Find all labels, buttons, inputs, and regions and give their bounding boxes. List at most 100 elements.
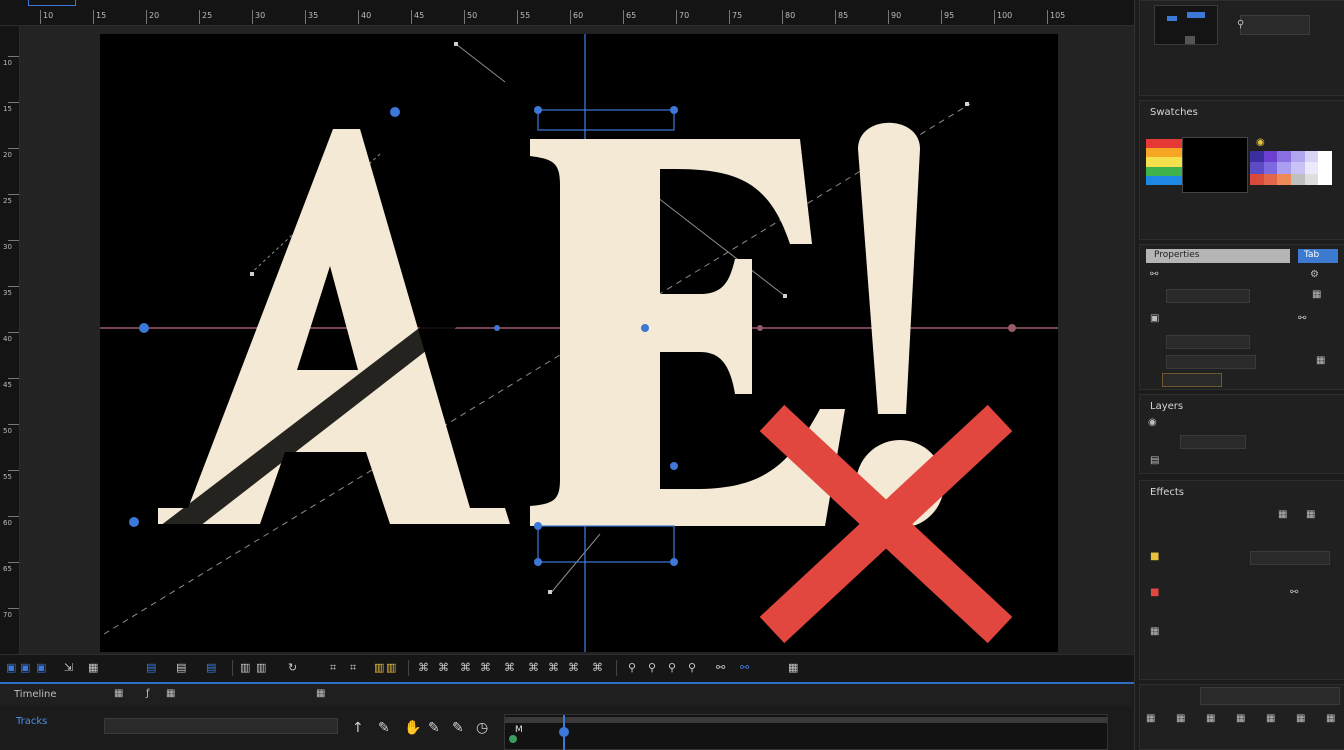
pin-icon[interactable]: ⚲ xyxy=(668,661,676,674)
color-swatch[interactable] xyxy=(1277,173,1291,185)
anchor-point[interactable] xyxy=(534,522,542,530)
effect-color-icon[interactable]: ■ xyxy=(1150,587,1159,598)
crop-icon[interactable]: ⌗ xyxy=(350,661,356,675)
path-icon[interactable]: ⌘ xyxy=(504,661,515,674)
zoom-field[interactable]: ⚲ xyxy=(1237,15,1310,35)
effect-color-icon[interactable]: ■ xyxy=(1150,551,1159,562)
navigator-thumbnail[interactable] xyxy=(1154,5,1218,45)
left-ruler[interactable]: 10 15 20 25 30 35 40 45 50 55 60 65 70 xyxy=(0,26,20,654)
cursor-icon[interactable]: ⇲ xyxy=(64,661,73,674)
handle-point[interactable] xyxy=(548,590,552,594)
top-ruler[interactable]: 10 15 20 25 30 35 40 45 50 55 60 65 70 75 80 85 90 95 100 1… xyxy=(0,0,1134,26)
path-icon[interactable]: ⌘ xyxy=(460,661,471,674)
grid-icon[interactable]: ▦ xyxy=(1266,713,1275,724)
anchor-point[interactable] xyxy=(139,323,149,333)
color-swatch[interactable] xyxy=(1277,162,1291,174)
search-field[interactable] xyxy=(1200,687,1340,705)
color-swatch[interactable] xyxy=(1146,148,1182,158)
anchor-point[interactable] xyxy=(757,325,763,331)
keyframe-marker[interactable] xyxy=(509,735,517,743)
anchor-point[interactable] xyxy=(534,106,542,114)
pen-icon[interactable]: ✎ xyxy=(378,720,390,736)
layout-icon[interactable]: ▤ xyxy=(176,661,186,674)
path-icon[interactable]: ⌘ xyxy=(568,661,579,674)
pen-icon[interactable]: ✎ xyxy=(428,720,440,736)
color-swatch[interactable] xyxy=(1304,162,1319,174)
hand-icon[interactable]: ✋ xyxy=(404,720,421,736)
anchor-point[interactable] xyxy=(534,558,542,566)
timeline-ruler[interactable] xyxy=(505,717,1107,723)
handle-point[interactable] xyxy=(965,102,969,106)
view-mode-icon[interactable]: ▣ xyxy=(36,661,46,674)
color-swatch[interactable] xyxy=(1318,151,1332,163)
color-swatch[interactable] xyxy=(1146,166,1182,176)
glyph-e-shape[interactable] xyxy=(530,139,845,526)
pen-icon[interactable]: ✎ xyxy=(452,720,464,736)
timer-icon[interactable]: ◷ xyxy=(476,720,488,736)
anchor-point[interactable] xyxy=(670,558,678,566)
layout-icon[interactable]: ▤ xyxy=(206,661,216,674)
pin-icon[interactable]: ⚲ xyxy=(688,661,696,674)
color-swatch[interactable] xyxy=(1250,151,1264,163)
color-swatch[interactable] xyxy=(1318,173,1332,185)
grid-icon[interactable]: ▦ xyxy=(1176,713,1185,724)
crop-icon[interactable]: ⌗ xyxy=(330,661,336,675)
property-field[interactable] xyxy=(1166,335,1250,349)
grid-icon[interactable]: ▦ xyxy=(316,688,325,699)
color-swatch[interactable] xyxy=(1250,173,1264,185)
align-icon[interactable]: ▥ xyxy=(374,661,384,674)
grid-icon[interactable]: ▦ xyxy=(1316,355,1325,366)
color-swatch[interactable] xyxy=(1250,162,1264,174)
link-icon[interactable]: ⚯ xyxy=(1298,313,1306,324)
transform-icon[interactable]: ▥ xyxy=(256,661,266,674)
path-icon[interactable]: ⌘ xyxy=(480,661,491,674)
grid-icon[interactable]: ▦ xyxy=(88,661,98,674)
property-field[interactable] xyxy=(1162,373,1222,387)
color-swatch[interactable] xyxy=(1263,173,1278,185)
handle-point[interactable] xyxy=(783,294,787,298)
grid-icon[interactable]: ▦ xyxy=(1150,626,1159,637)
property-field[interactable] xyxy=(1166,355,1256,369)
timeline-search-input[interactable] xyxy=(104,718,338,734)
color-swatch[interactable] xyxy=(1304,151,1319,163)
link-icon[interactable]: ⚯ xyxy=(1150,269,1158,280)
lock-icon[interactable]: ▣ xyxy=(1150,313,1159,324)
grid-icon[interactable]: ▦ xyxy=(788,661,798,674)
color-swatch[interactable] xyxy=(1146,175,1182,185)
track-label[interactable]: Tracks xyxy=(16,716,47,727)
transform-icon[interactable]: ▥ xyxy=(240,661,250,674)
link-icon[interactable]: ⚯ xyxy=(740,661,749,674)
pin-icon[interactable]: ⚲ xyxy=(648,661,656,674)
properties-header[interactable]: Properties xyxy=(1146,249,1290,263)
color-swatch[interactable] xyxy=(1291,162,1305,174)
effect-slider[interactable] xyxy=(1250,551,1330,565)
grid-icon[interactable]: ▦ xyxy=(1326,713,1335,724)
glyph-excl-stem[interactable] xyxy=(858,122,920,414)
rotate-icon[interactable]: ↻ xyxy=(288,661,297,674)
color-swatch[interactable] xyxy=(1318,162,1332,174)
path-icon[interactable]: ⌘ xyxy=(548,661,559,674)
property-dropdown[interactable] xyxy=(1166,289,1250,303)
anchor-point[interactable] xyxy=(1008,324,1016,332)
layer-field[interactable] xyxy=(1180,435,1246,449)
grid-icon[interactable]: ▦ xyxy=(114,688,123,699)
color-swatch[interactable] xyxy=(1146,157,1182,167)
path-icon[interactable]: ⌘ xyxy=(438,661,449,674)
anchor-point[interactable] xyxy=(641,324,649,332)
selection-box-bottom[interactable] xyxy=(537,525,675,563)
anchor-point[interactable] xyxy=(494,325,500,331)
anchor-point[interactable] xyxy=(670,462,678,470)
timeline-track[interactable]: M xyxy=(504,714,1108,750)
swatch-grid[interactable] xyxy=(1250,151,1332,185)
handle-point[interactable] xyxy=(250,272,254,276)
fx-icon[interactable]: ƒ xyxy=(146,688,150,699)
path-icon[interactable]: ⌘ xyxy=(528,661,539,674)
grid-icon[interactable]: ▦ xyxy=(1312,289,1321,300)
link-icon[interactable]: ⚯ xyxy=(716,661,725,674)
color-swatch[interactable] xyxy=(1277,151,1291,163)
color-swatch[interactable] xyxy=(1146,139,1182,149)
color-swatch[interactable] xyxy=(1291,151,1305,163)
view-mode-icon[interactable]: ▣ xyxy=(6,661,16,674)
handle-point[interactable] xyxy=(454,42,458,46)
grid-icon[interactable]: ▦ xyxy=(1306,509,1315,520)
